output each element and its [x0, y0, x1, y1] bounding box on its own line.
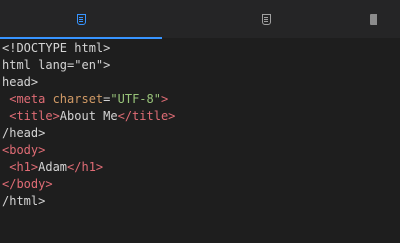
editor-tab-3[interactable]	[370, 0, 400, 38]
code-token: Adam	[38, 160, 68, 174]
code-token: >	[160, 92, 169, 106]
code-area[interactable]: <!DOCTYPE html> html lang="en"> head> <met…	[0, 40, 400, 210]
code-token: <!DOCTYPE html>	[2, 41, 111, 55]
code-line[interactable]: <title>About Me</title>	[0, 108, 400, 125]
code-token: About Me	[59, 109, 118, 123]
code-token: </h1>	[67, 160, 104, 174]
editor-tab-1[interactable]	[0, 0, 162, 38]
code-token: "UTF-8"	[110, 92, 161, 106]
editor-tab-2[interactable]	[162, 0, 370, 38]
code-line[interactable]: /html>	[0, 193, 400, 210]
code-token: </title>	[117, 109, 176, 123]
tab-bar	[0, 0, 400, 39]
html5-icon	[76, 13, 86, 25]
code-token: <h1>	[2, 160, 39, 174]
code-token: html lang="en">	[2, 58, 111, 72]
code-line[interactable]: <!DOCTYPE html>	[0, 40, 400, 57]
code-token: <title>	[2, 109, 60, 123]
code-token: /head>	[2, 126, 46, 140]
html5-icon	[261, 13, 271, 25]
code-token: /html>	[2, 194, 46, 208]
code-line[interactable]: <body>	[0, 142, 400, 159]
code-token: <meta	[2, 92, 53, 106]
code-token: <body>	[2, 143, 46, 157]
file-icon	[370, 13, 377, 25]
code-line[interactable]: /head>	[0, 125, 400, 142]
code-line[interactable]: head>	[0, 74, 400, 91]
code-line[interactable]: <meta charset="UTF-8">	[0, 91, 400, 108]
code-token: </body>	[2, 177, 53, 191]
code-line[interactable]: </body>	[0, 176, 400, 193]
code-token: charset	[52, 92, 104, 106]
code-line[interactable]: <h1>Adam</h1>	[0, 159, 400, 176]
code-line[interactable]: html lang="en">	[0, 57, 400, 74]
code-editor[interactable]: <!DOCTYPE html> html lang="en"> head> <met…	[0, 0, 400, 243]
code-token: head>	[2, 75, 39, 89]
active-tab-indicator	[0, 37, 162, 39]
